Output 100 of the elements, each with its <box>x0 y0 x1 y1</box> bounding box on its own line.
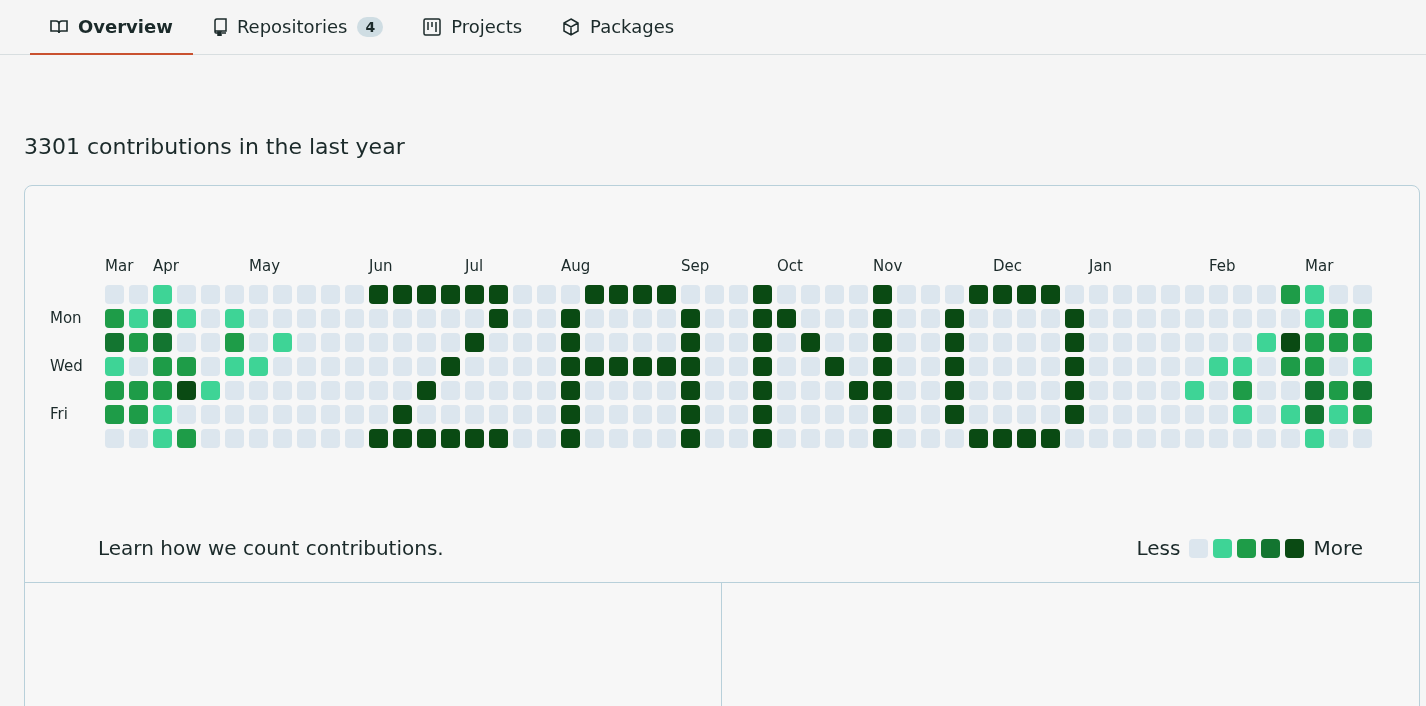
contribution-day[interactable] <box>153 309 172 328</box>
contribution-day[interactable] <box>489 285 508 304</box>
contribution-day[interactable] <box>657 285 676 304</box>
learn-more-link[interactable]: Learn how we count contributions. <box>98 536 444 560</box>
contribution-day[interactable] <box>489 309 508 328</box>
contribution-day[interactable] <box>129 381 148 400</box>
contribution-day[interactable] <box>993 429 1012 448</box>
contribution-day[interactable] <box>1281 357 1300 376</box>
contribution-day[interactable] <box>753 333 772 352</box>
contribution-day[interactable] <box>105 381 124 400</box>
contribution-day[interactable] <box>105 309 124 328</box>
contribution-day[interactable] <box>1065 309 1084 328</box>
contribution-day[interactable] <box>1353 405 1372 424</box>
contribution-day[interactable] <box>1329 333 1348 352</box>
contribution-day[interactable] <box>585 285 604 304</box>
contribution-day[interactable] <box>177 357 196 376</box>
contribution-day[interactable] <box>369 285 388 304</box>
contribution-day[interactable] <box>873 333 892 352</box>
contribution-day[interactable] <box>225 333 244 352</box>
contribution-day[interactable] <box>129 333 148 352</box>
contribution-day[interactable] <box>1281 285 1300 304</box>
contribution-day[interactable] <box>153 381 172 400</box>
contribution-day[interactable] <box>609 357 628 376</box>
contribution-day[interactable] <box>1353 309 1372 328</box>
profile-tab[interactable]: Projects <box>403 0 543 55</box>
contribution-day[interactable] <box>561 405 580 424</box>
contribution-day[interactable] <box>1017 285 1036 304</box>
contribution-day[interactable] <box>441 357 460 376</box>
contribution-day[interactable] <box>753 285 772 304</box>
contribution-day[interactable] <box>489 429 508 448</box>
contribution-day[interactable] <box>417 429 436 448</box>
profile-tab[interactable]: Overview <box>30 0 193 55</box>
contribution-day[interactable] <box>753 357 772 376</box>
contribution-day[interactable] <box>177 429 196 448</box>
contribution-day[interactable] <box>561 309 580 328</box>
contribution-day[interactable] <box>105 333 124 352</box>
contribution-day[interactable] <box>561 429 580 448</box>
contribution-day[interactable] <box>1353 381 1372 400</box>
contribution-day[interactable] <box>1305 357 1324 376</box>
contribution-day[interactable] <box>417 285 436 304</box>
contribution-day[interactable] <box>441 285 460 304</box>
contribution-day[interactable] <box>561 357 580 376</box>
contribution-day[interactable] <box>1233 381 1252 400</box>
contribution-day[interactable] <box>465 429 484 448</box>
contribution-day[interactable] <box>105 405 124 424</box>
contribution-day[interactable] <box>129 405 148 424</box>
contribution-day[interactable] <box>177 381 196 400</box>
contribution-day[interactable] <box>1065 333 1084 352</box>
contribution-day[interactable] <box>945 405 964 424</box>
contribution-day[interactable] <box>801 333 820 352</box>
contribution-day[interactable] <box>153 333 172 352</box>
contribution-day[interactable] <box>393 429 412 448</box>
contribution-day[interactable] <box>681 309 700 328</box>
contribution-day[interactable] <box>1305 333 1324 352</box>
contribution-day[interactable] <box>873 285 892 304</box>
contribution-day[interactable] <box>777 309 796 328</box>
contribution-day[interactable] <box>465 333 484 352</box>
profile-tab[interactable]: Repositories 4 <box>192 0 404 55</box>
contribution-day[interactable] <box>1329 381 1348 400</box>
contribution-day[interactable] <box>561 381 580 400</box>
contribution-day[interactable] <box>393 285 412 304</box>
contribution-day[interactable] <box>1041 285 1060 304</box>
contribution-day[interactable] <box>681 381 700 400</box>
contribution-day[interactable] <box>393 405 412 424</box>
contribution-day[interactable] <box>441 429 460 448</box>
contribution-day[interactable] <box>633 357 652 376</box>
contribution-day[interactable] <box>585 357 604 376</box>
contribution-day[interactable] <box>657 357 676 376</box>
contribution-day[interactable] <box>753 429 772 448</box>
contribution-day[interactable] <box>873 381 892 400</box>
profile-tab[interactable]: Packages <box>542 0 695 55</box>
contribution-day[interactable] <box>369 429 388 448</box>
contribution-day[interactable] <box>1329 309 1348 328</box>
contribution-day[interactable] <box>561 333 580 352</box>
contribution-day[interactable] <box>633 285 652 304</box>
contribution-day[interactable] <box>417 381 436 400</box>
contribution-day[interactable] <box>753 405 772 424</box>
contribution-day[interactable] <box>1065 381 1084 400</box>
contribution-day[interactable] <box>753 381 772 400</box>
contribution-day[interactable] <box>873 405 892 424</box>
contribution-day[interactable] <box>681 429 700 448</box>
contribution-day[interactable] <box>681 333 700 352</box>
contribution-day[interactable] <box>849 381 868 400</box>
contribution-day[interactable] <box>1281 333 1300 352</box>
contribution-day[interactable] <box>465 285 484 304</box>
contribution-day[interactable] <box>681 357 700 376</box>
contribution-day[interactable] <box>969 429 988 448</box>
contribution-day[interactable] <box>945 333 964 352</box>
contribution-day[interactable] <box>153 357 172 376</box>
contribution-day[interactable] <box>681 405 700 424</box>
contribution-day[interactable] <box>1353 333 1372 352</box>
contribution-day[interactable] <box>873 429 892 448</box>
contribution-day[interactable] <box>609 285 628 304</box>
contribution-day[interactable] <box>945 357 964 376</box>
contribution-day[interactable] <box>1065 357 1084 376</box>
contribution-day[interactable] <box>969 285 988 304</box>
contribution-day[interactable] <box>1017 429 1036 448</box>
contribution-day[interactable] <box>1305 381 1324 400</box>
contribution-day[interactable] <box>873 309 892 328</box>
contribution-day[interactable] <box>1065 405 1084 424</box>
